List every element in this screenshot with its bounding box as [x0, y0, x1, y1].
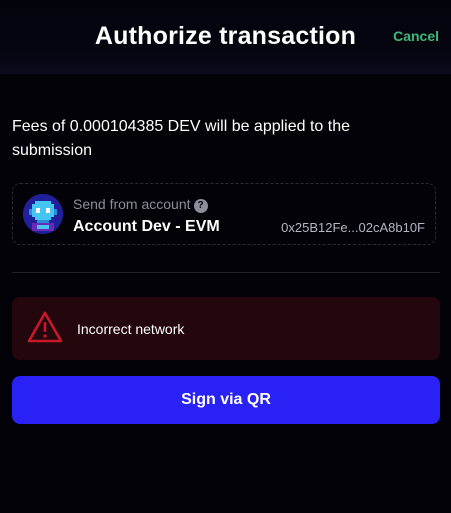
- account-label-text: Send from account: [73, 196, 191, 212]
- help-icon[interactable]: ?: [193, 199, 208, 213]
- warning-triangle-icon: [26, 310, 64, 344]
- account-card: Send from account? Account Dev - EVM 0x2…: [12, 183, 436, 245]
- pixel-avatar-icon: [23, 194, 63, 234]
- account-label: Send from account?: [73, 196, 208, 213]
- fees-message: Fees of 0.000104385 DEV will be applied …: [12, 118, 351, 159]
- cancel-button[interactable]: Cancel: [393, 28, 439, 44]
- alert-message: Incorrect network: [77, 321, 185, 337]
- sign-via-qr-button[interactable]: Sign via QR: [12, 376, 440, 424]
- network-alert: Incorrect network: [12, 297, 440, 360]
- account-address: 0x25B12Fe...02cA8b10F: [281, 220, 425, 235]
- page-title: Authorize transaction: [94, 22, 357, 50]
- divider: [12, 272, 440, 273]
- header: Authorize transaction Cancel: [0, 0, 451, 74]
- account-name: Account Dev - EVM: [73, 218, 220, 235]
